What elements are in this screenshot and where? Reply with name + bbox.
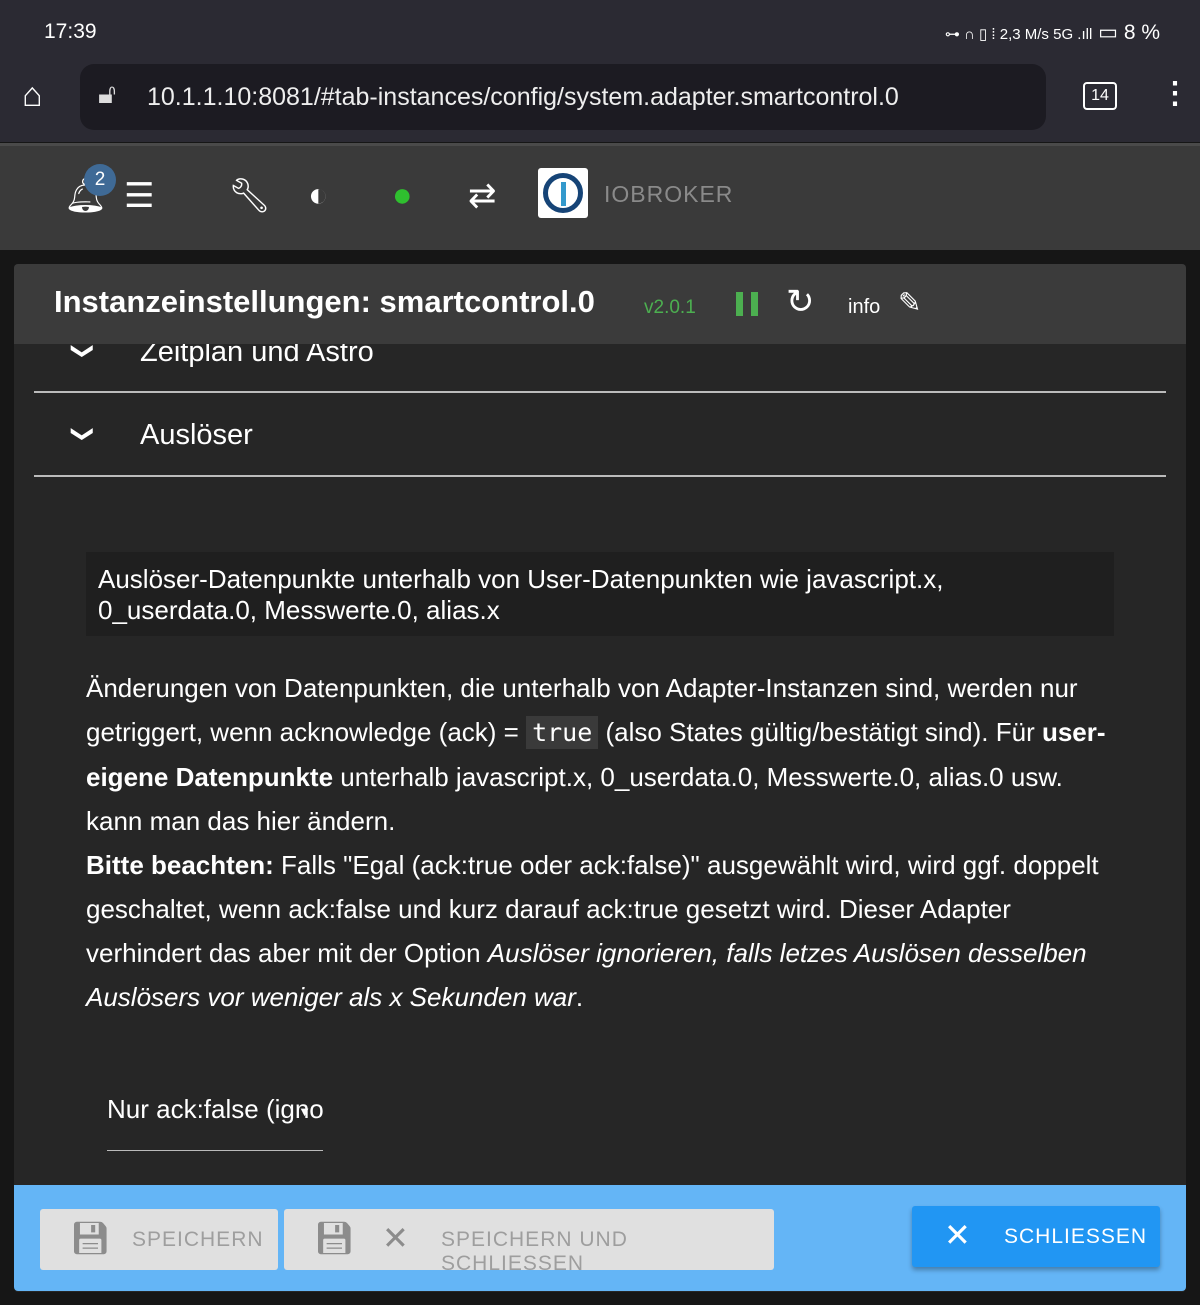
theme-icon[interactable]: ◐ — [308, 176, 329, 215]
section-ausloeser[interactable]: ❯ Auslöser — [34, 393, 1166, 477]
app-toolbar: 🔔︎ 2 ☰ 🔧︎ ◐ ● ⇄ IOBROKER — [0, 143, 1200, 250]
ack-select[interactable]: Nur ack:false (ignoriert)▼ — [107, 1084, 323, 1151]
description-text: Änderungen von Datenpunkten, die unterha… — [86, 666, 1126, 1019]
save-icon: 💾︎ — [70, 1220, 112, 1256]
dialog-header: Instanzeinstellungen: smartcontrol.0 v2.… — [14, 264, 1186, 344]
text: (also States gültig/bestätigt sind). Für — [598, 717, 1042, 747]
battery-level: 8 % — [1123, 21, 1160, 44]
chevron-down-icon[interactable]: ❯ — [70, 425, 96, 443]
version-label: v2.0.1 — [644, 297, 696, 318]
code-true: true — [526, 716, 599, 749]
sync-off-icon[interactable]: ⇄ — [468, 176, 497, 216]
button-label: SPEICHERN UND SCHLIESSEN — [441, 1228, 628, 1275]
reload-icon[interactable]: ↻ — [786, 282, 815, 322]
browser-toolbar: ⌂ 🔓︎ 10.1.1.10:8081/#tab-instances/confi… — [0, 62, 1200, 142]
tab-count-button[interactable]: 14 — [1083, 82, 1117, 110]
chevron-down-icon[interactable]: ❯ — [70, 342, 96, 360]
edit-icon[interactable]: ✎ — [898, 286, 921, 319]
wrench-icon[interactable]: 🔧︎ — [228, 176, 271, 216]
section-title: Auslöser — [140, 419, 253, 451]
more-menu-icon[interactable]: ⋮ — [1160, 76, 1190, 111]
url-text[interactable]: 10.1.1.10:8081/#tab-instances/config/sys… — [147, 83, 899, 112]
dialog-title: Instanzeinstellungen: smartcontrol.0 — [54, 284, 595, 319]
signal-icons: ⊶ ∩ ▯ ⁞ 2,3 M/s 5G .ıll — [944, 26, 1093, 43]
close-icon: ✕ — [382, 1220, 410, 1256]
address-bar[interactable]: 🔓︎ 10.1.1.10:8081/#tab-instances/config/… — [80, 64, 1046, 130]
menu-icon[interactable]: ☰ — [124, 176, 154, 216]
pause-icon[interactable] — [736, 292, 758, 316]
insecure-lock-icon[interactable]: 🔓︎ — [98, 78, 116, 111]
bold-text: Bitte beachten: — [86, 850, 274, 880]
brand-name: IOBROKER — [604, 181, 734, 207]
instance-settings-dialog: Instanzeinstellungen: smartcontrol.0 v2.… — [14, 264, 1186, 1292]
iobroker-logo[interactable] — [538, 168, 588, 218]
info-label[interactable]: info — [848, 296, 880, 319]
select-value: Nur ack:false (ignoriert) — [107, 1094, 323, 1124]
clock: 17:39 — [44, 20, 97, 43]
expert-mode-icon[interactable]: ● — [392, 176, 413, 215]
close-icon: ✕ — [944, 1217, 972, 1253]
button-label: SPEICHERN — [132, 1228, 264, 1251]
battery-icon: ▭ — [1098, 21, 1118, 44]
system-indicators: ⊶ ∩ ▯ ⁞ 2,3 M/s 5G .ıll ▭ 8 % — [945, 20, 1160, 45]
button-label: SCHLIESSEN — [1004, 1225, 1148, 1248]
home-icon[interactable]: ⌂ — [22, 76, 43, 115]
close-button[interactable]: ✕ SCHLIESSEN — [912, 1206, 1160, 1267]
save-icon: 💾︎ — [314, 1220, 356, 1256]
dropdown-arrow-icon[interactable]: ▼ — [298, 1104, 311, 1119]
info-note: Auslöser-Datenpunkte unterhalb von User-… — [86, 552, 1114, 636]
save-and-close-button[interactable]: 💾︎ ✕ SPEICHERN UND SCHLIESSEN — [284, 1209, 774, 1275]
notification-badge: 2 — [84, 164, 116, 196]
text: . — [575, 982, 584, 1012]
status-bar: 17:39 ⊶ ∩ ▯ ⁞ 2,3 M/s 5G .ıll ▭ 8 % — [0, 0, 1200, 62]
save-button[interactable]: 💾︎ SPEICHERN — [40, 1209, 278, 1270]
dialog-footer: 💾︎ SPEICHERN 💾︎ ✕ SPEICHERN UND SCHLIESS… — [14, 1185, 1186, 1291]
